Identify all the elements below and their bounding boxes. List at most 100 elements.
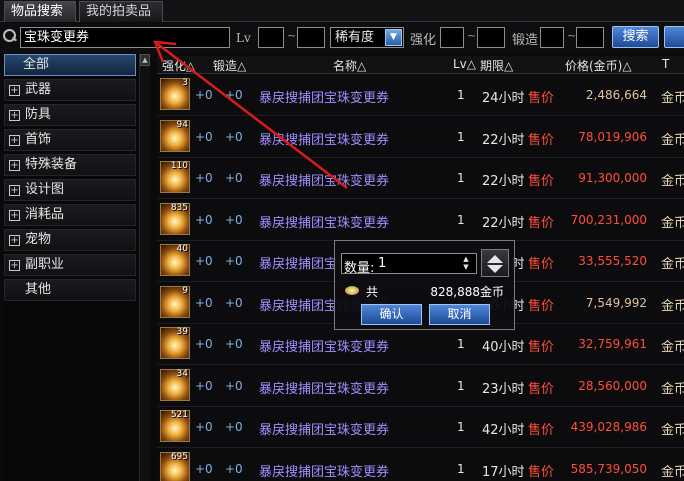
lv-label: Lv (236, 31, 251, 45)
item-quantity: 39 (176, 327, 188, 337)
currency-label: 金币 (661, 340, 684, 355)
table-row[interactable]: 835 +0 +0 暴戾搜捕团宝珠变更券 1 22小时 售价 700,231,000 金币 (157, 200, 684, 241)
tab-item-search[interactable]: 物品搜索 (4, 1, 76, 22)
table-row[interactable]: 94 +0 +0 暴戾搜捕团宝珠变更券 1 22小时 售价 78,019,906 金币 (157, 117, 684, 158)
header-name[interactable]: 名称△ (333, 57, 366, 74)
header-enhance[interactable]: 强化△ (162, 57, 195, 74)
tab-my-auctions[interactable]: 我的拍卖品 (79, 1, 163, 22)
header-lock[interactable]: 锻造△ (213, 57, 246, 74)
quantity-dialog: 1 数量: ▲ ▼ 共 828,888金币 确认 取消 (334, 240, 515, 330)
category-item-other[interactable]: 其他 (4, 279, 136, 301)
search-input[interactable]: 宝珠变更券 (20, 27, 230, 48)
item-expiry: 22小时 (482, 132, 525, 148)
category-item-pet[interactable]: + 宠物 (4, 229, 136, 251)
enhance-value: +0 (195, 171, 213, 185)
item-icon[interactable]: 40 (160, 244, 190, 276)
sidebar-scrollbar[interactable]: ▲ (139, 54, 150, 481)
total-value: 828,888金币 (430, 285, 504, 299)
item-icon[interactable]: 835 (160, 202, 190, 235)
category-label: 全部 (23, 57, 50, 72)
enhance-value: +0 (195, 212, 213, 227)
category-item-subjob[interactable]: + 副职业 (4, 254, 136, 276)
header-lv[interactable]: Lv△ (453, 57, 476, 71)
enhance-min-input[interactable] (440, 27, 464, 48)
item-name[interactable]: 暴戾搜捕团宝珠变更券 (259, 419, 389, 438)
item-icon[interactable]: 695 (160, 451, 190, 481)
header-expiry[interactable]: 期限△ (480, 57, 513, 74)
expand-icon[interactable]: + (9, 235, 20, 246)
category-item-weapon[interactable]: + 武器 (4, 79, 136, 101)
item-icon[interactable]: 39 (160, 327, 190, 359)
table-row[interactable]: 110 +0 +0 暴戾搜捕团宝珠变更券 1 22小时 售价 91,300,000 金币 (157, 159, 684, 199)
enhance-value: +0 (195, 88, 213, 102)
scroll-up-icon[interactable]: ▲ (140, 54, 150, 66)
max-quantity-button[interactable] (481, 249, 509, 277)
item-name[interactable]: 暴戾搜捕团宝珠变更券 (259, 170, 389, 189)
enhance-value: +0 (195, 129, 213, 144)
category-item-all[interactable]: 全部 (4, 54, 136, 76)
item-price: 700,231,000 (570, 212, 647, 227)
item-name[interactable]: 暴戾搜捕团宝珠变更券 (259, 378, 389, 397)
rarity-select-value: 稀有度 (335, 30, 375, 45)
item-level: 1 (457, 171, 465, 185)
lock-value: +0 (225, 254, 243, 268)
category-item-blueprint[interactable]: + 设计图 (4, 179, 136, 201)
expand-icon[interactable]: + (9, 260, 20, 271)
expand-icon[interactable]: + (9, 85, 20, 96)
enhance-max-input[interactable] (477, 27, 505, 48)
table-row[interactable]: 695 +0 +0 暴戾搜捕团宝珠变更券 1 17小时 售价 585,739,050 金币 (157, 449, 684, 481)
item-icon[interactable]: 521 (160, 410, 190, 442)
header-type[interactable]: T (662, 57, 669, 71)
item-level: 1 (457, 420, 465, 434)
category-item-armor[interactable]: + 防具 (4, 104, 136, 126)
item-icon[interactable]: 34 (160, 368, 190, 401)
lock-value: +0 (225, 88, 243, 102)
item-quantity: 9 (182, 285, 188, 296)
currency-label: 金币 (661, 464, 684, 480)
item-icon[interactable]: 9 (160, 285, 190, 318)
enhance-value: +0 (195, 378, 213, 393)
item-icon[interactable]: 94 (160, 119, 190, 152)
table-row[interactable]: 521 +0 +0 暴戾搜捕团宝珠变更券 1 42小时 售价 439,028,986 金币 (157, 408, 684, 448)
lv-max-input[interactable] (297, 27, 325, 48)
item-name[interactable]: 暴戾搜捕团宝珠变更券 (259, 461, 389, 480)
cancel-button[interactable]: 取消 (429, 304, 490, 325)
header-price[interactable]: 价格(金币)△ (565, 57, 632, 74)
item-name[interactable]: 暴戾搜捕团宝珠变更券 (259, 212, 389, 231)
search-button[interactable]: 搜索 (612, 26, 659, 48)
item-price: 28,560,000 (578, 378, 647, 393)
lock-min-input[interactable] (540, 27, 564, 48)
reset-button[interactable] (664, 26, 684, 48)
category-item-special[interactable]: + 特殊装备 (4, 154, 136, 176)
confirm-button[interactable]: 确认 (361, 304, 422, 325)
enhance-value: +0 (195, 295, 213, 310)
table-row[interactable]: 3 +0 +0 暴戾搜捕团宝珠变更券 1 24小时 售价 2,486,664 金币 (157, 76, 684, 116)
quantity-stepper[interactable]: ▲ ▼ (459, 255, 473, 272)
category-item-consumable[interactable]: + 消耗品 (4, 204, 136, 226)
expand-icon[interactable]: + (9, 110, 20, 121)
lock-max-input[interactable] (576, 27, 604, 48)
enhance-value: +0 (195, 461, 213, 476)
arrow-down-icon (487, 265, 503, 273)
item-icon[interactable]: 3 (160, 78, 190, 110)
item-name[interactable]: 暴戾搜捕团宝珠变更券 (259, 336, 389, 355)
table-row[interactable]: 39 +0 +0 暴戾搜捕团宝珠变更券 1 40小时 售价 32,759,961 金币 (157, 325, 684, 365)
expand-icon[interactable]: + (9, 135, 20, 146)
item-level: 1 (457, 337, 465, 351)
category-item-accessory[interactable]: + 首饰 (4, 129, 136, 151)
gold-coin-icon (345, 286, 359, 295)
lv-min-input[interactable] (258, 27, 284, 48)
expand-icon[interactable]: + (9, 185, 20, 196)
item-icon[interactable]: 110 (160, 161, 190, 193)
item-level: 1 (457, 378, 465, 393)
item-name[interactable]: 暴戾搜捕团宝珠变更券 (259, 129, 389, 148)
expand-icon[interactable]: + (9, 160, 20, 171)
item-name[interactable]: 暴戾搜捕团宝珠变更券 (259, 87, 389, 106)
currency-label: 金币 (661, 423, 684, 438)
expand-icon[interactable]: + (9, 210, 20, 221)
rarity-select[interactable]: 稀有度 ▼ (330, 27, 404, 48)
search-icon (3, 29, 17, 43)
item-price: 7,549,992 (585, 295, 647, 310)
table-row[interactable]: 34 +0 +0 暴戾搜捕团宝珠变更券 1 23小时 售价 28,560,000 金币 (157, 366, 684, 407)
chevron-down-icon[interactable]: ▼ (385, 29, 402, 46)
